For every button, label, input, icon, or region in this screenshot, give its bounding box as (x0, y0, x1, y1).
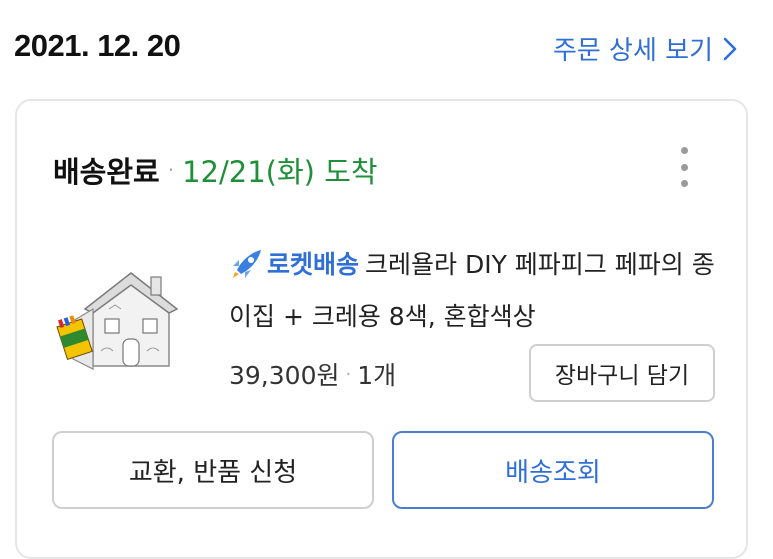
product-price: 39,300원 (229, 361, 340, 390)
chevron-right-icon (723, 37, 737, 60)
product-quantity: 1개 (357, 361, 397, 390)
exchange-return-button[interactable]: 교환, 반품 신청 (52, 431, 374, 509)
rocket-icon (233, 250, 261, 278)
rocket-delivery-label: 로켓배송 (267, 250, 360, 279)
arrival-date: 12/21(화) 도착 (182, 155, 378, 189)
order-detail-link[interactable]: 주문 상세 보기 (553, 30, 737, 67)
paper-house-product-image (56, 272, 179, 370)
order-date: 2021. 12. 20 (14, 28, 181, 63)
add-to-cart-button[interactable]: 장바구니 담기 (529, 344, 715, 402)
price-separator: · (345, 363, 352, 385)
more-options-icon[interactable] (674, 147, 694, 187)
track-delivery-button[interactable]: 배송조회 (392, 431, 714, 509)
price-row: 39,300원 · 1개 (229, 356, 396, 392)
status-separator: · (167, 158, 175, 182)
delivery-status: 배송완료 (53, 155, 160, 189)
delivery-status-row: 배송완료 · 12/21(화) 도착 (53, 149, 378, 191)
product-thumbnail[interactable] (53, 251, 183, 381)
order-card: 배송완료 · 12/21(화) 도착 로켓배송 크레욜라 DIY 페파피그 페파… (15, 99, 748, 559)
order-detail-label: 주문 상세 보기 (552, 36, 713, 66)
product-description[interactable]: 로켓배송 크레욜라 DIY 페파피그 페파의 종이집 + 크레용 8색, 혼합색상 (229, 239, 719, 343)
